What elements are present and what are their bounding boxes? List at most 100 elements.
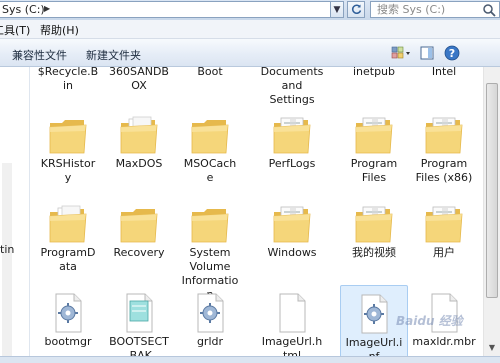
file-item[interactable]: ImageUrl.h tml	[258, 285, 326, 356]
file-name-label: y	[64, 171, 72, 184]
file-item[interactable]: BOOTSECT .BAK	[105, 285, 173, 356]
nav-pane-scrollbar[interactable]	[2, 163, 12, 363]
menu-bar: 工具(T) 帮助(H)	[0, 20, 500, 39]
search-box[interactable]	[370, 1, 500, 18]
search-icon[interactable]	[482, 3, 496, 17]
compat-files-button[interactable]: 兼容性文件	[12, 47, 67, 63]
file-item[interactable]: bootmgr	[34, 285, 102, 349]
file-name-label: bootmgr	[44, 335, 92, 348]
folder-icon	[191, 209, 229, 243]
folder-icon	[273, 206, 311, 243]
breadcrumb-arrow-icon[interactable]: ▶	[44, 4, 50, 13]
preview-pane-icon	[420, 46, 434, 60]
folder-item[interactable]: Windows	[258, 196, 326, 260]
backup-file-icon	[126, 293, 153, 333]
folder-item[interactable]: MSOCach e	[176, 107, 244, 185]
folder-icon	[120, 116, 158, 154]
file-name-label: Program	[350, 157, 398, 170]
file-name-label: OX	[131, 79, 147, 92]
vertical-scrollbar[interactable]: ▼	[483, 67, 500, 356]
folder-item[interactable]: $Recycle.B in	[34, 67, 102, 93]
folder-item[interactable]: 360SANDB OX	[105, 67, 173, 93]
folder-icon	[425, 206, 463, 243]
scroll-down-arrow-icon[interactable]: ▼	[487, 343, 497, 353]
file-name-label: MSOCach	[183, 157, 237, 170]
file-name-label: tml	[282, 349, 302, 356]
folder-icon	[355, 117, 393, 154]
folder-icon	[49, 120, 87, 154]
scrollbar-thumb[interactable]	[486, 83, 498, 298]
navigation-pane: tin	[0, 67, 30, 363]
file-name-label: ImageUrl.h	[261, 335, 323, 348]
address-row: Sys (C:) ▶ ▼	[0, 0, 500, 20]
refresh-icon	[351, 4, 361, 14]
address-path[interactable]: Sys (C:)	[2, 3, 45, 16]
watermark: Baidu 经验	[396, 314, 463, 328]
folder-item[interactable]: MaxDOS	[105, 107, 173, 171]
folder-icon	[355, 206, 393, 243]
preview-pane-button[interactable]	[418, 44, 436, 62]
file-name-label: System	[189, 246, 231, 259]
menu-tools[interactable]: 工具(T)	[0, 22, 30, 38]
refresh-button[interactable]	[347, 1, 365, 18]
folder-item[interactable]: KRSHistor y	[34, 107, 102, 185]
address-bar[interactable]: Sys (C:) ▶	[0, 1, 343, 18]
file-name-label: e	[206, 171, 214, 184]
settings-file-icon	[55, 293, 82, 333]
file-name-label: PerfLogs	[268, 157, 316, 170]
folder-item[interactable]: Boot	[176, 67, 244, 79]
folder-icon	[191, 120, 229, 154]
folder-icon	[49, 205, 87, 243]
file-name-label: ata	[59, 260, 77, 273]
file-name-label: Volume	[189, 260, 231, 273]
folder-item[interactable]: Program Files	[340, 107, 408, 185]
file-name-label: KRSHistor	[40, 157, 96, 170]
folder-item[interactable]: Recovery	[105, 196, 173, 260]
folder-item[interactable]: 用户	[410, 196, 478, 260]
help-icon: ?	[444, 45, 460, 61]
folder-item[interactable]: Intel	[410, 67, 478, 79]
folder-icon	[120, 209, 158, 243]
folder-icon	[273, 117, 311, 154]
file-name-label: $Recycle.B	[37, 67, 99, 78]
details-pane-edge	[0, 356, 500, 363]
file-name-label: Recovery	[113, 246, 165, 259]
folder-item[interactable]: PerfLogs	[258, 107, 326, 171]
view-options-button[interactable]	[390, 44, 412, 62]
search-input[interactable]	[371, 2, 471, 17]
file-name-label: maxldr.mbr	[412, 335, 476, 348]
folder-item[interactable]: 我的视频	[340, 196, 408, 260]
file-name-label: .BAK	[126, 349, 152, 356]
view-icon	[391, 46, 410, 59]
folder-item[interactable]: Program Files (x86)	[410, 107, 478, 185]
svg-text:?: ?	[449, 47, 455, 60]
menu-help[interactable]: 帮助(H)	[40, 22, 79, 38]
file-name-label: Documents	[260, 67, 324, 78]
file-name-label: Settings	[269, 93, 315, 106]
settings-file-icon	[197, 293, 224, 333]
file-name-label: ProgramD	[40, 246, 96, 259]
file-item[interactable]: grldr	[176, 285, 244, 349]
folder-icon	[425, 117, 463, 154]
file-name-label: BOOTSECT	[109, 335, 169, 348]
folder-item[interactable]: ProgramD ata	[34, 196, 102, 274]
file-name-label: Intel	[431, 67, 457, 78]
file-name-label: 用户	[433, 246, 455, 259]
file-name-label: ImageUrl.i	[345, 336, 403, 349]
file-name-label: MaxDOS	[115, 157, 163, 170]
file-name-label: in	[62, 79, 74, 92]
address-history-dropdown[interactable]: ▼	[330, 1, 344, 18]
settings-file-icon	[361, 294, 388, 334]
file-name-label: Boot	[197, 67, 223, 78]
file-name-label: inetpub	[352, 67, 396, 78]
new-folder-button[interactable]: 新建文件夹	[86, 47, 141, 63]
folder-item[interactable]: inetpub	[340, 67, 408, 79]
file-name-label: and	[281, 79, 303, 92]
file-icon	[279, 293, 306, 333]
file-name-label: Windows	[267, 246, 317, 259]
file-name-label: 360SANDB	[109, 67, 169, 78]
folder-item[interactable]: Documents and Settings	[258, 67, 326, 107]
help-button[interactable]: ?	[442, 44, 462, 62]
nav-item-partial[interactable]: tin	[0, 243, 14, 256]
command-toolbar: 兼容性文件 新建文件夹 ?	[0, 39, 500, 67]
